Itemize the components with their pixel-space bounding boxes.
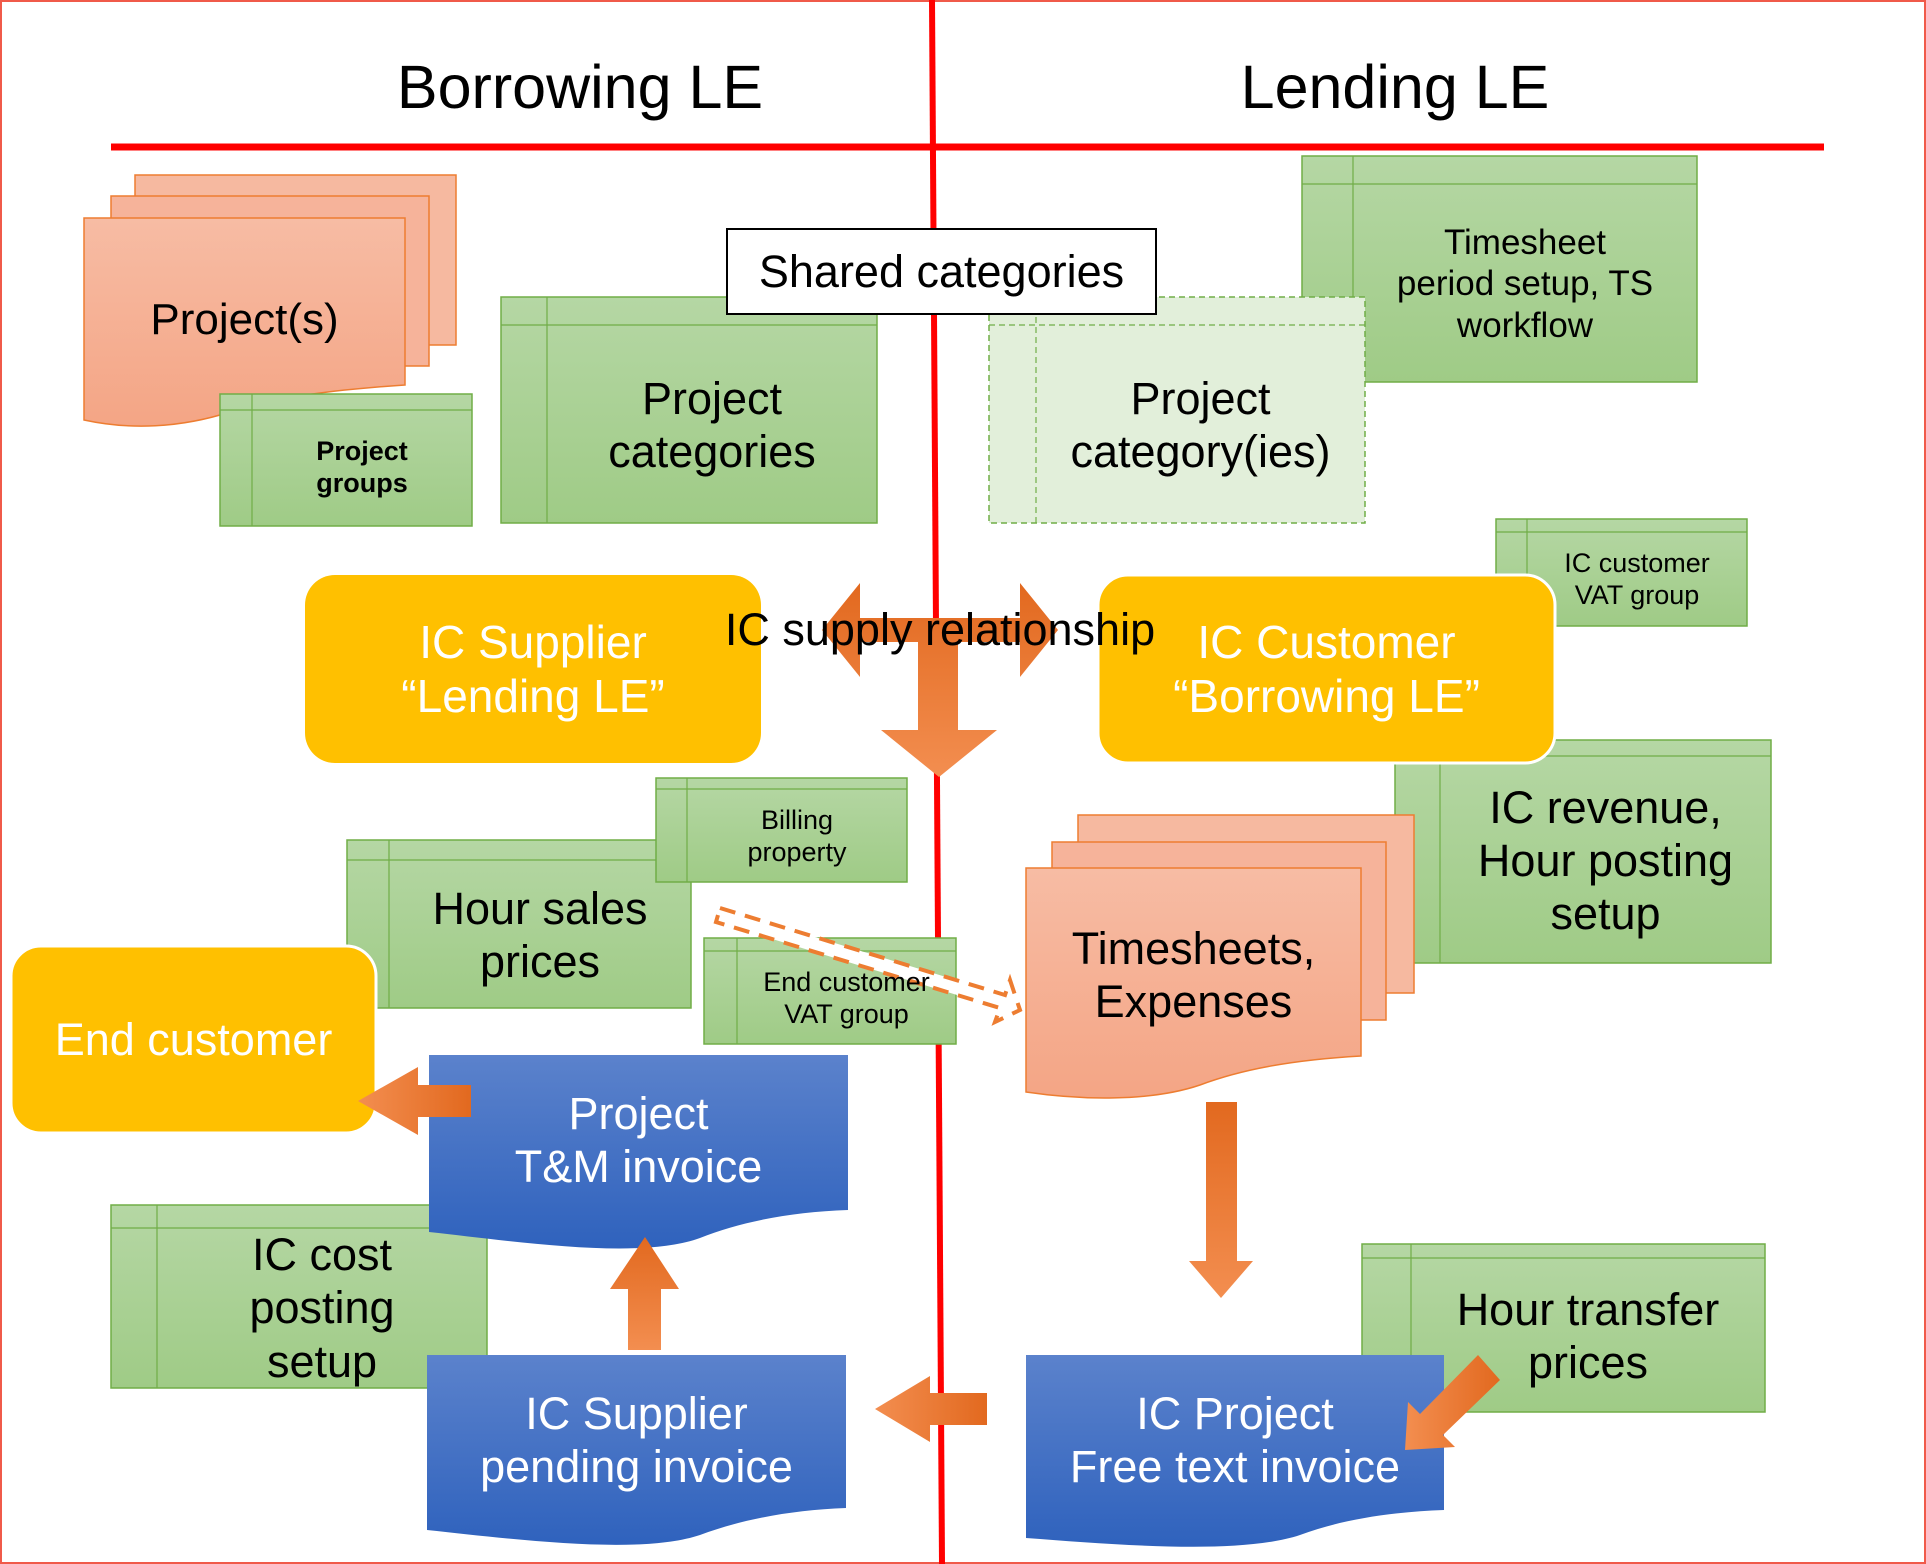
end-customer-vat-group-label: End customer VAT group	[763, 966, 930, 1029]
header-lending-le: Lending LE	[1240, 53, 1550, 122]
hour-transfer-prices-label: Hour transfer prices	[1456, 1283, 1720, 1388]
timesheet-setup-label: Timesheet period setup, TS workflow	[1396, 223, 1654, 345]
billing-property-label: Billing property	[747, 804, 847, 867]
timesheets-expenses-label: Timesheets, Expenses	[1071, 922, 1316, 1027]
ic-supply-relationship-label: IC supply relationship	[724, 604, 1156, 656]
arrow-timesheets-to-free-text	[1189, 1102, 1253, 1298]
end-customer-label: End customer	[54, 1014, 333, 1066]
shared-categories-label: Shared categories	[758, 245, 1125, 297]
project-groups-label: Project groups	[316, 436, 408, 498]
ic-revenue-setup-label: IC revenue, Hour posting setup	[1477, 781, 1734, 940]
ic-customer-vat-group-label: IC customer VAT group	[1564, 548, 1710, 610]
header-borrowing-le: Borrowing LE	[396, 53, 764, 122]
arrow-free-text-to-pending	[875, 1376, 987, 1442]
project-categories-lending-label: Project category(ies)	[1070, 372, 1331, 477]
ic-project-free-text-invoice-label: IC Project Free text invoice	[1069, 1387, 1401, 1492]
ic-supplier-label: IC Supplier “Lending LE”	[401, 615, 665, 722]
arrow-pending-to-tm-invoice	[610, 1237, 679, 1350]
ic-supplier-pending-invoice-label: IC Supplier pending invoice	[480, 1387, 793, 1492]
project-tm-invoice-label: Project T&M invoice	[514, 1087, 763, 1192]
ic-cost-posting-setup-label: IC cost posting setup	[249, 1229, 395, 1387]
projects-label: Project(s)	[150, 295, 339, 345]
project-categories-label: Project categories	[608, 372, 816, 477]
hour-sales-prices-label: Hour sales prices	[432, 882, 648, 987]
